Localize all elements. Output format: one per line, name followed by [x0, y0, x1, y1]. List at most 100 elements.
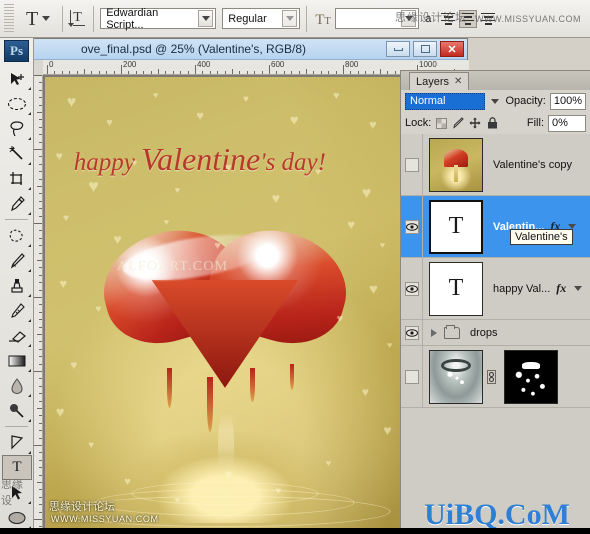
bokeh-heart-icon: ♥ — [63, 212, 69, 224]
tool-preset-picker[interactable]: T — [20, 9, 56, 29]
lock-image-pixels-icon[interactable] — [452, 117, 465, 129]
panel-tab-row: Layers ✕ — [401, 71, 590, 90]
ruler-tick — [39, 422, 42, 424]
brush-tool[interactable] — [2, 248, 32, 273]
lock-transparent-pixels-icon[interactable] — [435, 117, 447, 129]
eye-icon-on[interactable] — [404, 219, 419, 234]
move-tool[interactable] — [2, 66, 32, 91]
bokeh-heart-icon: ♥ — [325, 458, 332, 469]
opacity-input[interactable]: 100% — [549, 92, 586, 110]
align-center-icon[interactable] — [459, 9, 478, 28]
type-tool-icon: T — [12, 459, 22, 475]
eye-icon-on[interactable] — [404, 325, 419, 340]
text-layer-icon: T — [448, 275, 464, 301]
chevron-down-icon[interactable] — [42, 16, 51, 21]
minimize-button[interactable] — [386, 41, 410, 57]
font-style-select[interactable]: Regular — [222, 8, 301, 29]
lasso-tool[interactable] — [2, 116, 32, 141]
canvas-viewport[interactable]: happy Valentine's day! ALFOART.COM 思缘设计论… — [43, 75, 459, 533]
blur-tool[interactable] — [2, 373, 32, 398]
ruler-tick — [37, 482, 42, 483]
opacity-label: Opacity: — [505, 95, 546, 107]
ruler-tick — [328, 71, 330, 74]
document-titlebar[interactable]: ove_final.psd @ 25% (Valentine's, RGB/8)… — [29, 39, 467, 60]
layer-thumbnail[interactable] — [429, 349, 483, 404]
close-button[interactable]: ✕ — [440, 41, 464, 57]
chevron-down-icon[interactable] — [282, 10, 298, 27]
visibility-cell[interactable] — [401, 196, 423, 257]
clone-stamp-tool[interactable] — [2, 273, 32, 298]
visibility-cell[interactable] — [401, 346, 423, 407]
elliptical-marquee-tool[interactable] — [2, 91, 32, 116]
align-right-icon[interactable] — [479, 10, 497, 28]
lock-all-icon[interactable] — [486, 117, 498, 129]
layer-thumbnail[interactable] — [429, 137, 483, 192]
bokeh-heart-icon: ♥ — [361, 185, 372, 203]
ellipse-shape-tool[interactable] — [2, 505, 32, 530]
magic-wand-tool[interactable] — [2, 141, 32, 166]
bokeh-heart-icon: ♥ — [333, 89, 340, 102]
layer-name[interactable]: Valentine's copy — [493, 159, 572, 171]
crop-tool[interactable] — [2, 166, 32, 191]
eye-icon-off[interactable] — [404, 369, 419, 384]
ruler-tick — [39, 230, 42, 232]
table-row[interactable]: Valentine's copy — [401, 134, 590, 196]
layer-name[interactable]: drops — [470, 327, 498, 339]
lock-fill-row: Lock: Fill: 0% — [401, 112, 590, 134]
eye-icon-on[interactable] — [404, 281, 419, 296]
gradient-tool[interactable] — [2, 348, 32, 373]
history-brush-tool[interactable] — [2, 298, 32, 323]
layer-mask-thumbnail[interactable] — [504, 349, 558, 404]
align-left-icon[interactable] — [439, 10, 457, 28]
font-size-select[interactable] — [335, 8, 420, 29]
ruler-tick — [84, 69, 85, 74]
window-controls: ✕ — [386, 41, 464, 57]
ruler-tick — [39, 311, 42, 313]
chevron-down-icon[interactable] — [401, 10, 417, 27]
dodge-tool[interactable] — [2, 398, 32, 423]
layer-name-edit-input[interactable]: Valentine's — [510, 229, 573, 245]
ruler-tick — [291, 71, 293, 74]
table-row[interactable]: T happy Val... fx — [401, 258, 590, 320]
pen-tool[interactable] — [2, 430, 32, 455]
headline-part-2: Valentine — [141, 140, 261, 177]
eraser-tool[interactable] — [2, 323, 32, 348]
layer-name[interactable]: happy Val... — [493, 283, 550, 295]
text-orientation-icon[interactable]: T — [68, 8, 87, 30]
patch-tool[interactable] — [2, 223, 32, 248]
layer-thumbnail[interactable]: T — [429, 199, 483, 254]
visibility-cell[interactable] — [401, 320, 423, 345]
bokeh-heart-icon: ♥ — [369, 280, 378, 298]
lock-position-icon[interactable] — [469, 117, 481, 129]
tab-layers[interactable]: Layers ✕ — [409, 72, 470, 90]
chevron-down-icon[interactable] — [489, 94, 501, 109]
close-icon[interactable]: ✕ — [454, 76, 462, 87]
ruler-tick — [39, 289, 42, 291]
bokeh-heart-icon: ♥ — [275, 485, 282, 497]
mask-link-icon[interactable] — [486, 369, 496, 385]
blend-mode-select[interactable]: Normal — [405, 92, 486, 110]
ruler-tick — [39, 452, 42, 454]
document-canvas[interactable]: happy Valentine's day! ALFOART.COM 思缘设计论… — [45, 77, 405, 532]
layer-thumbnail[interactable]: T — [429, 261, 483, 316]
chevron-down-icon[interactable] — [574, 286, 583, 291]
layer-effects-fx-icon[interactable]: fx — [556, 281, 566, 296]
font-family-select[interactable]: Edwardian Script... — [100, 7, 217, 31]
ruler-tick — [39, 496, 42, 498]
table-row[interactable]: T Valentin... fx Valentine's — [401, 196, 590, 258]
chevron-down-icon[interactable] — [198, 10, 214, 27]
ruler-tick — [39, 437, 42, 439]
table-row[interactable]: drops — [401, 320, 590, 346]
layer-list[interactable]: Valentine's copy T Valentin... fx Valent… — [401, 134, 590, 534]
table-row[interactable] — [401, 346, 590, 408]
visibility-cell[interactable] — [401, 258, 423, 319]
ruler-tick — [39, 319, 42, 321]
maximize-button[interactable] — [413, 41, 437, 57]
visibility-cell[interactable] — [401, 134, 423, 195]
eye-icon-off[interactable] — [404, 157, 419, 172]
chevron-right-icon[interactable] — [431, 328, 437, 337]
fill-input[interactable]: 0% — [548, 114, 586, 132]
ruler-tick — [39, 97, 42, 99]
options-bar-grip[interactable] — [4, 3, 14, 34]
eyedropper-tool[interactable] — [2, 191, 32, 216]
